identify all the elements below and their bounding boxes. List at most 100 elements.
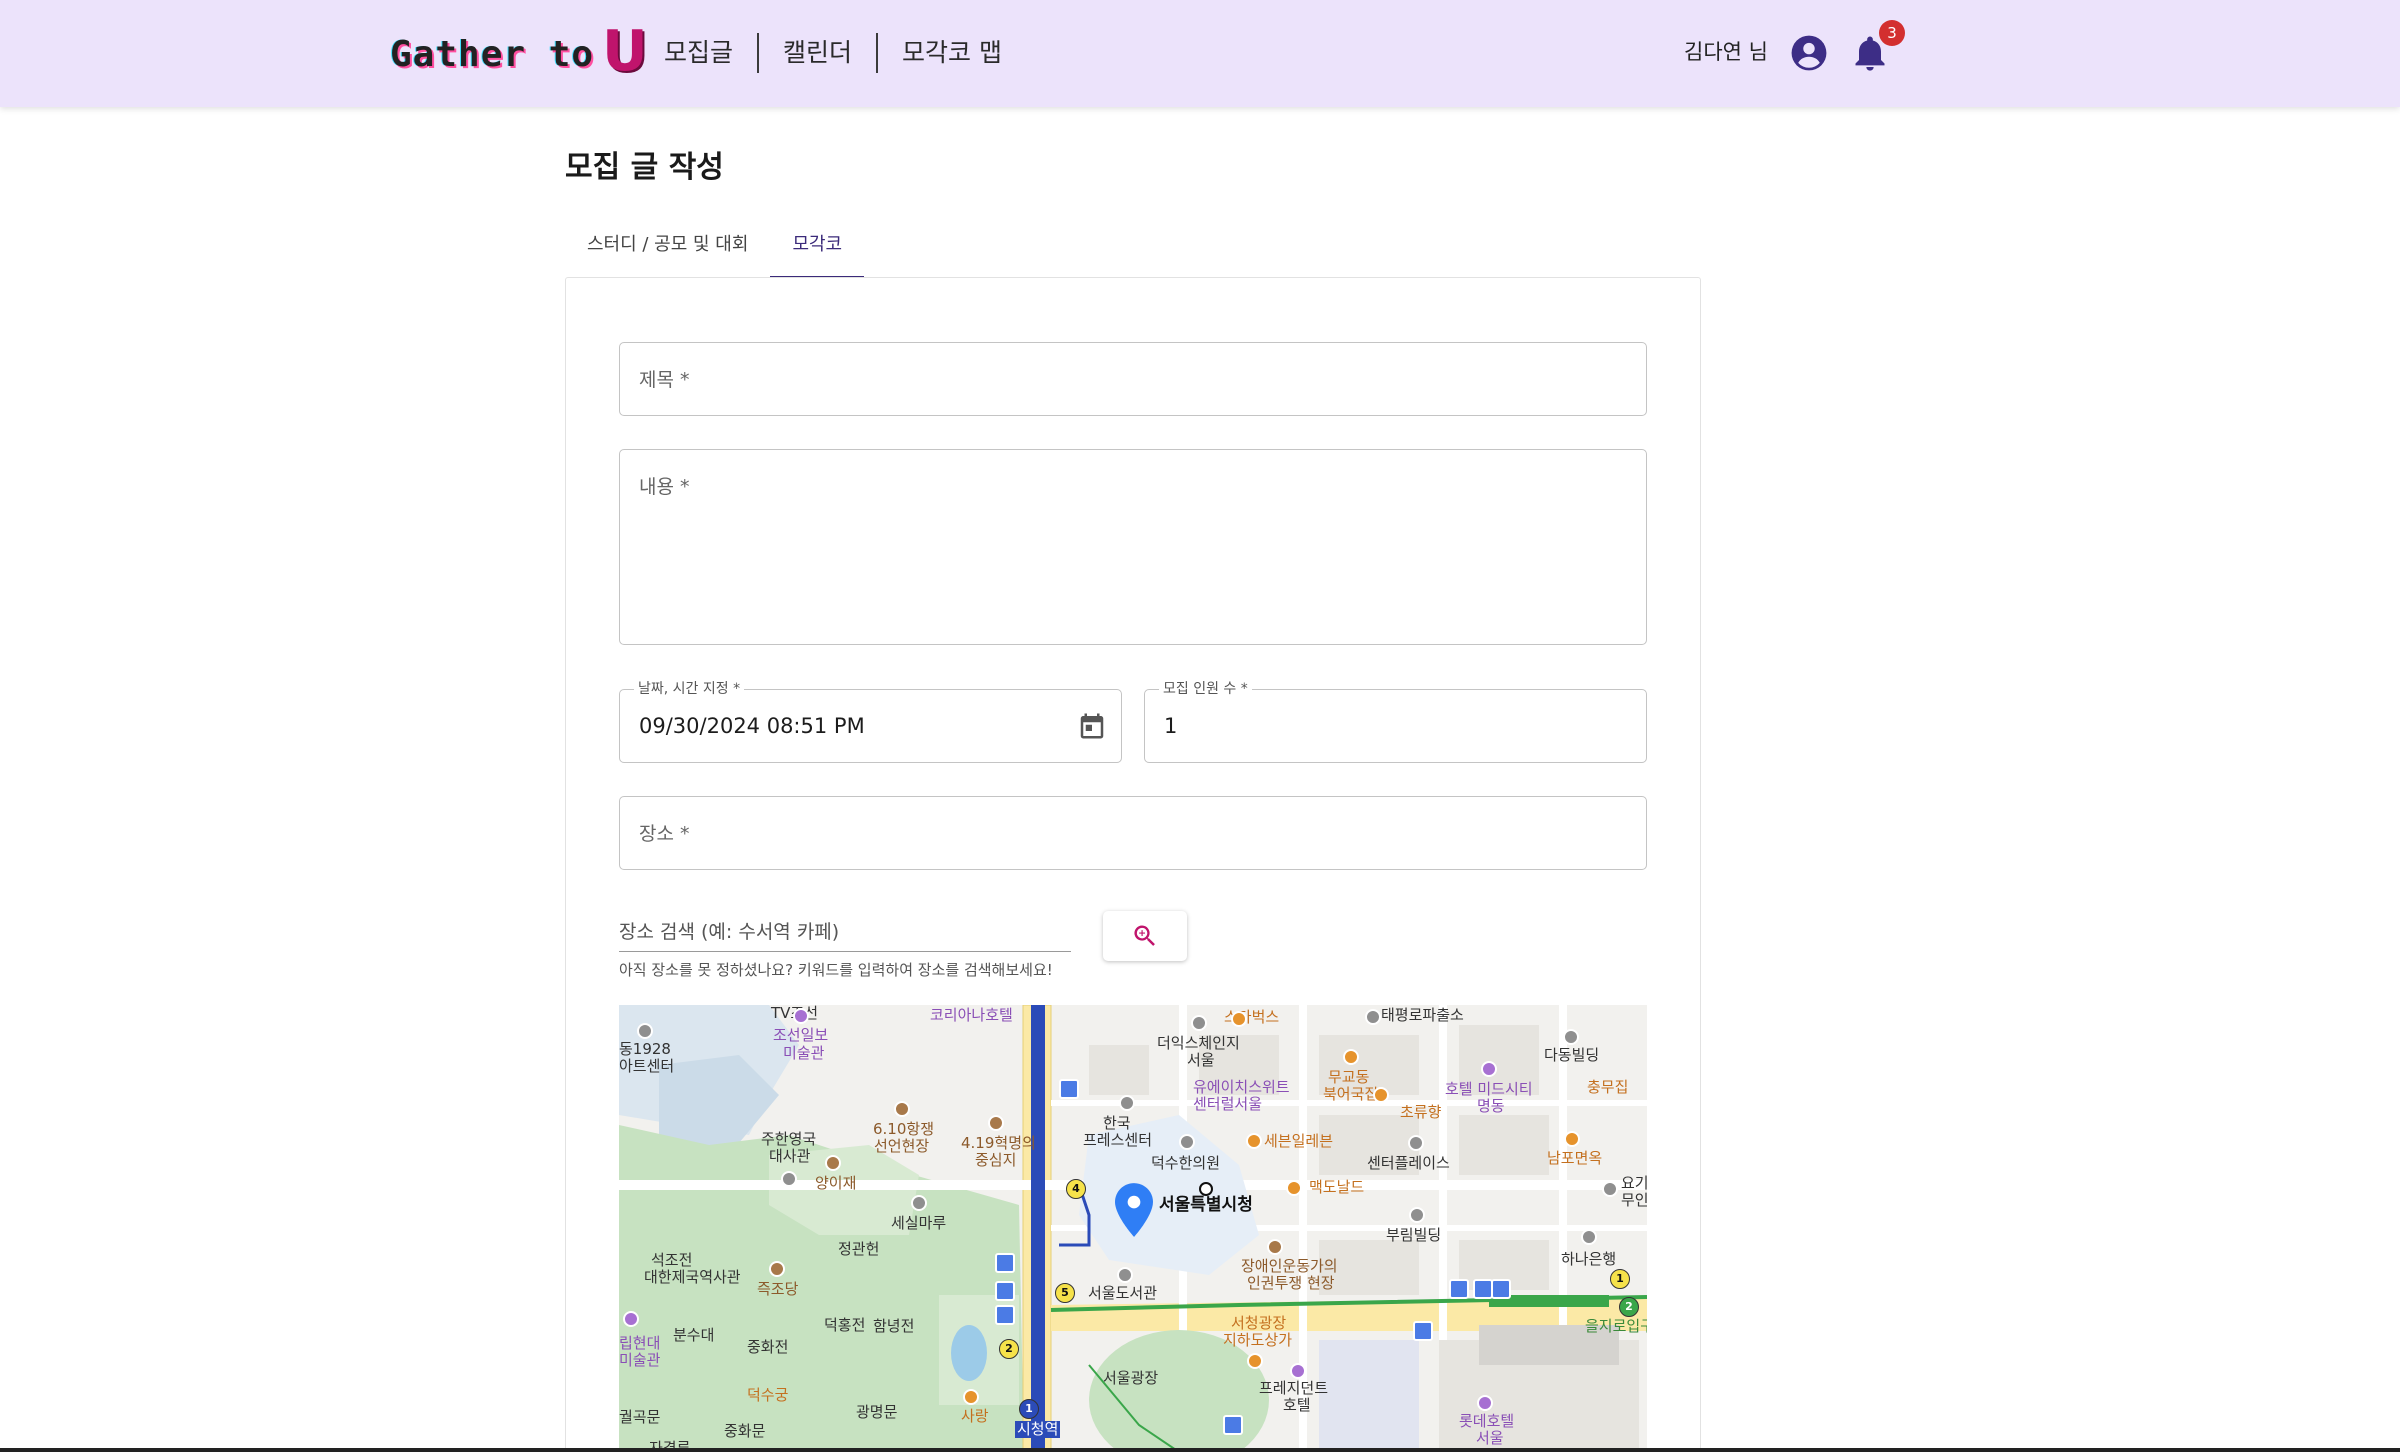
poi-icon	[911, 1195, 927, 1211]
place-search-button[interactable]	[1103, 911, 1187, 961]
main-nav: 모집글 캘린더 모각코 맵	[640, 32, 1026, 74]
map-marker-label: 서울특별시청	[1159, 1195, 1253, 1215]
map-label: 4.19혁명의	[961, 1134, 1036, 1152]
tab-study-contest[interactable]: 스터디 / 공모 및 대회	[565, 218, 770, 278]
map-label: 함녕전	[873, 1317, 915, 1335]
map-label: 중심지	[975, 1151, 1017, 1169]
poi-icon	[1290, 1363, 1306, 1379]
map-label: 즉조당	[757, 1280, 799, 1298]
nav-item-mogakko-map[interactable]: 모각코 맵	[878, 33, 1026, 73]
bus-stop-icon	[1059, 1079, 1079, 1099]
map-label: 서청광장	[1231, 1314, 1287, 1332]
bus-stop-icon	[1413, 1321, 1433, 1341]
bus-stop-icon	[1223, 1415, 1243, 1435]
map-label: 부림빌딩	[1386, 1226, 1442, 1244]
poi-icon	[637, 1023, 653, 1039]
map-label: 조선일보	[773, 1026, 829, 1044]
account-circle-icon[interactable]	[1790, 34, 1828, 72]
map-label: 유에이치스위트	[1193, 1078, 1290, 1096]
nav-item-posts[interactable]: 모집글	[640, 33, 757, 73]
map-label: 서울	[1476, 1429, 1504, 1447]
app-logo[interactable]: Gather to U	[390, 24, 648, 80]
city-hall-poi-icon	[1199, 1182, 1213, 1196]
subway-exit-icon: 1	[1610, 1269, 1630, 1289]
post-type-tabs: 스터디 / 공모 및 대회 모각코	[565, 218, 864, 278]
map-label: 무인	[1621, 1191, 1647, 1209]
tab-mogakko[interactable]: 모각코	[770, 218, 864, 278]
poi-icon	[793, 1008, 809, 1024]
poi-icon	[1477, 1395, 1493, 1411]
map-label: 센터럴서울	[1193, 1095, 1263, 1113]
map-label: 동1928	[619, 1040, 671, 1058]
map-label: 요기	[1621, 1174, 1647, 1192]
title-field-label: 제목 *	[639, 369, 690, 391]
people-count-field[interactable]: 모집 인원 수 * 1	[1144, 680, 1647, 763]
poi-icon	[1409, 1207, 1425, 1223]
poi-icon	[1602, 1181, 1618, 1197]
title-field[interactable]: 제목 *	[619, 342, 1647, 416]
zoom-in-search-icon	[1134, 925, 1155, 946]
poi-icon	[825, 1155, 841, 1171]
place-search-helper-text: 아직 장소를 못 정하셨나요? 키워드를 입력하여 장소를 검색해보세요!	[619, 961, 1053, 979]
map-label: 센터플레이스	[1367, 1154, 1450, 1172]
poi-icon	[1408, 1135, 1424, 1151]
poi-icon	[1564, 1131, 1580, 1147]
map-label: 시청역	[1015, 1420, 1061, 1438]
map-label: 더익스체인지	[1157, 1034, 1240, 1052]
poi-icon	[1191, 1015, 1207, 1031]
map-label: 광명문	[856, 1403, 898, 1421]
datetime-field-label: 날짜, 시간 지정 *	[634, 680, 745, 698]
map-label: 다동빌딩	[1544, 1046, 1600, 1064]
map-label: 맥도날드	[1309, 1178, 1365, 1196]
nav-item-calendar[interactable]: 캘린더	[759, 33, 876, 73]
subway-exit-icon: 4	[1066, 1179, 1086, 1199]
poi-icon	[769, 1261, 785, 1277]
place-search-input[interactable]: 장소 검색 (예: 수서역 카페)	[619, 900, 1071, 952]
map-label: 정관헌	[838, 1240, 880, 1258]
map-label: 대한제국역사관	[644, 1268, 741, 1286]
map-label: 남포면옥	[1547, 1149, 1603, 1167]
bus-stop-icon	[995, 1253, 1015, 1273]
people-count-field-label: 모집 인원 수 *	[1159, 680, 1252, 698]
content-field-label: 내용 *	[639, 476, 690, 498]
poi-icon	[1246, 1133, 1262, 1149]
map-label: 서울광장	[1103, 1369, 1159, 1387]
notification-count-badge: 3	[1879, 20, 1905, 46]
map-label: 사랑	[961, 1407, 989, 1425]
bus-stop-icon	[1491, 1279, 1511, 1299]
map-label: 인권투쟁 현장	[1247, 1274, 1335, 1292]
calendar-icon[interactable]	[1077, 711, 1107, 741]
poi-icon	[1373, 1087, 1389, 1103]
poi-icon	[781, 1171, 797, 1187]
content-field[interactable]: 내용 *	[619, 449, 1647, 645]
bottom-edge	[0, 1448, 2400, 1452]
map-label: 세븐일레븐	[1264, 1132, 1334, 1150]
map-label: 초류향	[1400, 1103, 1442, 1121]
poi-icon	[1179, 1134, 1195, 1150]
map-pin-icon[interactable]	[1115, 1183, 1153, 1237]
poi-icon	[1267, 1239, 1283, 1255]
place-field-label: 장소 *	[639, 823, 690, 845]
poi-icon	[623, 1311, 639, 1327]
map-label: 주한영국	[761, 1130, 817, 1148]
poi-icon	[1343, 1049, 1359, 1065]
datetime-field[interactable]: 날짜, 시간 지정 * 09/30/2024 08:51 PM	[619, 680, 1122, 763]
poi-icon	[1247, 1353, 1263, 1369]
location-map[interactable]: TV조선 코리아나호텔 스타벅스 태평로파출소 동1928 아트센터 조선일보 …	[619, 1005, 1647, 1452]
people-count-field-value: 1	[1164, 714, 1178, 738]
map-label: 대사관	[769, 1147, 811, 1165]
map-label: 서울도서관	[1088, 1284, 1158, 1302]
map-label: 중화전	[747, 1338, 789, 1356]
map-label: 궐곡문	[619, 1408, 661, 1426]
bus-stop-icon	[1473, 1279, 1493, 1299]
place-field[interactable]: 장소 *	[619, 796, 1647, 870]
map-label: 충무집	[1587, 1078, 1629, 1096]
map-label: 무교동	[1328, 1068, 1370, 1086]
poi-icon	[1481, 1061, 1497, 1077]
poi-icon	[1365, 1009, 1381, 1025]
poi-icon	[963, 1389, 979, 1405]
datetime-field-value: 09/30/2024 08:51 PM	[639, 714, 865, 738]
poi-icon	[1286, 1180, 1302, 1196]
user-name: 김다연 님	[1684, 40, 1768, 64]
subway-exit-icon: 2	[1619, 1297, 1639, 1317]
